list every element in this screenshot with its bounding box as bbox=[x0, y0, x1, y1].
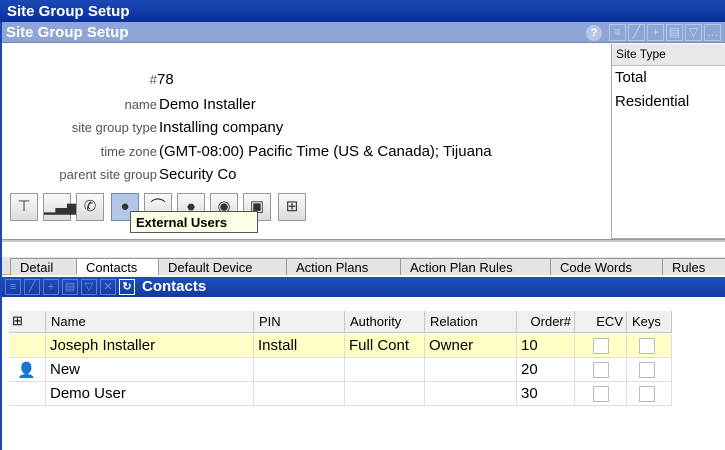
field-time-zone: time zone (GMT-08:00) Pacific Time (US &… bbox=[2, 142, 609, 162]
table-row[interactable]: Demo User 30 bbox=[9, 382, 677, 406]
edit-icon[interactable]: ╱ bbox=[24, 279, 40, 295]
more-icon[interactable]: … bbox=[704, 24, 721, 41]
tab-detail[interactable]: Detail bbox=[10, 258, 76, 275]
add-row-icon[interactable]: ⊞ bbox=[9, 311, 46, 333]
field-value: Demo Installer bbox=[159, 96, 256, 113]
filter-icon[interactable]: ▽ bbox=[685, 24, 702, 41]
row-marker bbox=[9, 382, 46, 406]
cell-relation[interactable] bbox=[425, 358, 517, 382]
cell-ecv bbox=[575, 358, 627, 382]
field-label: name bbox=[124, 97, 157, 112]
contacts-title: Contacts bbox=[142, 278, 207, 295]
cell-pin[interactable]: Install bbox=[254, 334, 345, 358]
add-icon[interactable]: + bbox=[647, 24, 664, 41]
site-type-list: Site Type Total Residential bbox=[611, 44, 725, 239]
site-type-header: Site Type bbox=[612, 44, 725, 66]
field-site-group-type: site group type Installing company bbox=[2, 118, 609, 138]
filter-icon[interactable]: ▽ bbox=[81, 279, 97, 295]
column-header[interactable]: Authority bbox=[345, 311, 425, 333]
column-header[interactable]: Order# bbox=[517, 311, 575, 333]
cell-authority[interactable] bbox=[345, 358, 425, 382]
window-title: Site Group Setup bbox=[0, 0, 725, 22]
tab-strip: Detail Contacts Default Device Action Pl… bbox=[2, 257, 725, 275]
panel-header: Site Group Setup ? ≡ ╱ + ▤ ▽ … bbox=[2, 22, 725, 43]
field-parent-site-group: parent site group Security Co bbox=[2, 165, 609, 185]
keys-checkbox[interactable] bbox=[639, 386, 655, 402]
field-value: Security Co bbox=[159, 166, 237, 183]
site-group-details: # 78 name Demo Installer site group type… bbox=[2, 44, 609, 240]
edit-icon[interactable]: ╱ bbox=[628, 24, 645, 41]
refresh-icon[interactable]: ↻ bbox=[119, 279, 135, 295]
cell-pin[interactable] bbox=[254, 382, 345, 406]
column-header[interactable]: PIN bbox=[254, 311, 345, 333]
tab-rules[interactable]: Rules bbox=[662, 258, 725, 275]
field-value: 78 bbox=[157, 71, 174, 88]
save-icon[interactable]: ▤ bbox=[62, 279, 78, 295]
field-name: name Demo Installer bbox=[2, 95, 609, 115]
user-icon: 👤 bbox=[9, 358, 46, 382]
tooltip-external-users: External Users bbox=[130, 211, 258, 233]
ecv-checkbox[interactable] bbox=[593, 386, 609, 402]
column-header[interactable]: Name bbox=[46, 311, 254, 333]
keys-checkbox[interactable] bbox=[639, 338, 655, 354]
list-icon[interactable]: ≡ bbox=[609, 24, 626, 41]
field-label: parent site group bbox=[59, 167, 157, 182]
cell-name[interactable]: Joseph Installer bbox=[46, 334, 254, 358]
cell-order[interactable]: 30 bbox=[517, 382, 575, 406]
row-marker bbox=[9, 334, 46, 358]
field-label: # bbox=[149, 72, 157, 87]
cell-relation[interactable]: Owner bbox=[425, 334, 517, 358]
table-row[interactable]: Joseph Installer Install Full Cont Owner… bbox=[9, 334, 677, 358]
tab-action-plan-rules[interactable]: Action Plan Rules bbox=[400, 258, 550, 275]
field-value: Installing company bbox=[159, 119, 284, 136]
table-row[interactable]: 👤 New 20 bbox=[9, 358, 677, 382]
cell-name[interactable]: Demo User bbox=[46, 382, 254, 406]
column-header[interactable]: ECV bbox=[575, 311, 627, 333]
cell-ecv bbox=[575, 334, 627, 358]
tab-contacts[interactable]: Contacts bbox=[76, 258, 158, 275]
splitter[interactable] bbox=[2, 239, 725, 242]
delete-icon[interactable]: ✕ bbox=[100, 279, 116, 295]
site-group-setup-window: Site Group Setup ? ≡ ╱ + ▤ ▽ … # 78 name… bbox=[0, 22, 725, 450]
ecv-checkbox[interactable] bbox=[593, 338, 609, 354]
help-icon[interactable]: ? bbox=[586, 25, 602, 41]
site-type-item[interactable]: Total bbox=[612, 66, 725, 90]
cell-ecv bbox=[575, 382, 627, 406]
signal-icon[interactable]: ▁▃▅ bbox=[43, 193, 79, 221]
phone-icon[interactable]: ✆ bbox=[76, 193, 104, 221]
filter-icon[interactable]: ⊤ bbox=[10, 193, 38, 221]
ecv-checkbox[interactable] bbox=[593, 362, 609, 378]
cell-keys bbox=[627, 334, 672, 358]
keys-checkbox[interactable] bbox=[639, 362, 655, 378]
site-type-item[interactable]: Residential bbox=[612, 90, 725, 114]
contacts-toolbar: ≡ ╱ + ▤ ▽ ✕ ↻ Contacts bbox=[2, 277, 725, 297]
add-icon[interactable]: + bbox=[43, 279, 59, 295]
field-value: (GMT-08:00) Pacific Time (US & Canada); … bbox=[159, 143, 492, 160]
field-label: time zone bbox=[100, 144, 157, 159]
tab-default-device[interactable]: Default Device bbox=[158, 258, 286, 275]
panel-title: Site Group Setup bbox=[6, 24, 129, 41]
cell-order[interactable]: 20 bbox=[517, 358, 575, 382]
cell-authority[interactable]: Full Cont bbox=[345, 334, 425, 358]
column-header[interactable]: Relation bbox=[425, 311, 517, 333]
field-label: site group type bbox=[71, 120, 157, 135]
tab-code-words[interactable]: Code Words bbox=[550, 258, 662, 275]
list-icon[interactable]: ≡ bbox=[5, 279, 21, 295]
tab-action-plans[interactable]: Action Plans bbox=[286, 258, 400, 275]
column-header[interactable]: Keys bbox=[627, 311, 672, 333]
cell-authority[interactable] bbox=[345, 382, 425, 406]
field-number: # 78 bbox=[2, 70, 609, 90]
save-icon[interactable]: ▤ bbox=[666, 24, 683, 41]
cell-name[interactable]: New bbox=[46, 358, 254, 382]
cell-relation[interactable] bbox=[425, 382, 517, 406]
cell-keys bbox=[627, 382, 672, 406]
cell-order[interactable]: 10 bbox=[517, 334, 575, 358]
cell-pin[interactable] bbox=[254, 358, 345, 382]
cell-keys bbox=[627, 358, 672, 382]
network-icon[interactable]: ⊞ bbox=[278, 193, 306, 221]
